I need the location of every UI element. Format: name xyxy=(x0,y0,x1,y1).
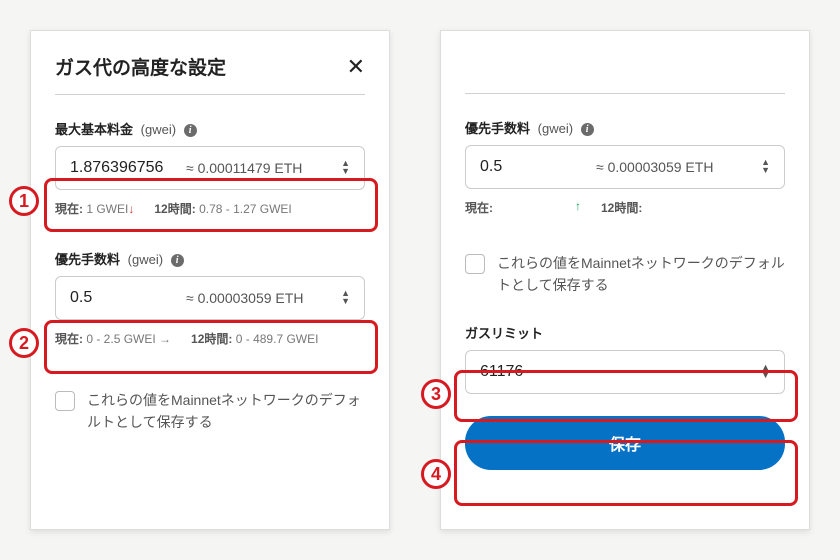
max-base-fee-section: 最大基本料金 (gwei) i 1.876396756 ≈ 0.00011479… xyxy=(55,119,365,217)
advanced-gas-card-right: 優先手数料 (gwei) i 0.5 ≈ 0.00003059 ETH ▲▼ 現… xyxy=(440,30,810,530)
priority-fee-eth: ≈ 0.00003059 ETH xyxy=(180,290,333,306)
info-icon[interactable]: i xyxy=(581,123,594,136)
stepper-icon[interactable]: ▲▼ xyxy=(761,159,770,175)
divider xyxy=(55,94,365,95)
priority-fee-eth: ≈ 0.00003059 ETH xyxy=(590,159,753,175)
save-default-row-right: これらの値をMainnetネットワークのデフォルトとして保存する xyxy=(465,252,785,297)
advanced-gas-card-left: ガス代の高度な設定 ✕ 最大基本料金 (gwei) i 1.876396756 … xyxy=(30,30,390,530)
priority-fee-value[interactable]: 0.5 xyxy=(480,158,590,176)
max-base-fee-eth: ≈ 0.00011479 ETH xyxy=(180,160,333,176)
stepper-icon[interactable]: ▲▼ xyxy=(341,160,350,176)
save-default-checkbox[interactable] xyxy=(55,391,75,411)
gas-limit-value[interactable]: 61176 xyxy=(480,363,753,381)
priority-fee-value[interactable]: 0.5 xyxy=(70,289,180,307)
save-button[interactable]: 保存 xyxy=(465,416,785,470)
priority-fee-input-right[interactable]: 0.5 ≈ 0.00003059 ETH ▲▼ xyxy=(465,145,785,189)
divider xyxy=(465,93,785,94)
save-default-checkbox[interactable] xyxy=(465,254,485,274)
priority-fee-status-left: 現在: 0 - 2.5 GWEI → 12時間: 0 - 489.7 GWEI xyxy=(55,330,365,347)
close-icon[interactable]: ✕ xyxy=(347,54,365,80)
max-base-fee-label: 最大基本料金 (gwei) i xyxy=(55,119,197,138)
max-base-fee-value[interactable]: 1.876396756 xyxy=(70,159,180,177)
gas-limit-section: ガスリミット 61176 ▲▼ xyxy=(465,323,785,394)
save-default-label: これらの値をMainnetネットワークのデフォルトとして保存する xyxy=(497,252,785,297)
info-icon[interactable]: i xyxy=(171,254,184,267)
priority-fee-section-left: 優先手数料 (gwei) i 0.5 ≈ 0.00003059 ETH ▲▼ 現… xyxy=(55,249,365,347)
max-base-fee-status: 現在: 1 GWEI↓ 12時間: 0.78 - 1.27 GWEI xyxy=(55,200,365,217)
priority-fee-section-right: 優先手数料 (gwei) i 0.5 ≈ 0.00003059 ETH ▲▼ 現… xyxy=(465,118,785,216)
title-row: ガス代の高度な設定 ✕ xyxy=(55,53,365,80)
priority-fee-label: 優先手数料 (gwei) i xyxy=(55,249,184,268)
stepper-icon[interactable]: ▲▼ xyxy=(341,290,350,306)
priority-fee-input-left[interactable]: 0.5 ≈ 0.00003059 ETH ▲▼ xyxy=(55,276,365,320)
priority-fee-status-right: 現在: ↑ 12時間: xyxy=(465,199,785,216)
arrow-up-icon: ↑ xyxy=(575,199,581,216)
dialog-title: ガス代の高度な設定 xyxy=(55,53,226,80)
arrow-down-icon: ↓ xyxy=(128,202,134,216)
gas-limit-input[interactable]: 61176 ▲▼ xyxy=(465,350,785,394)
save-default-label: これらの値をMainnetネットワークのデフォルトとして保存する xyxy=(87,389,365,434)
stepper-icon[interactable]: ▲▼ xyxy=(761,364,770,380)
save-default-row-left: これらの値をMainnetネットワークのデフォルトとして保存する xyxy=(55,389,365,434)
priority-fee-label: 優先手数料 (gwei) i xyxy=(465,118,594,137)
gas-limit-label: ガスリミット xyxy=(465,323,543,342)
arrow-right-icon: → xyxy=(159,332,171,346)
max-base-fee-input[interactable]: 1.876396756 ≈ 0.00011479 ETH ▲▼ xyxy=(55,146,365,190)
info-icon[interactable]: i xyxy=(184,124,197,137)
